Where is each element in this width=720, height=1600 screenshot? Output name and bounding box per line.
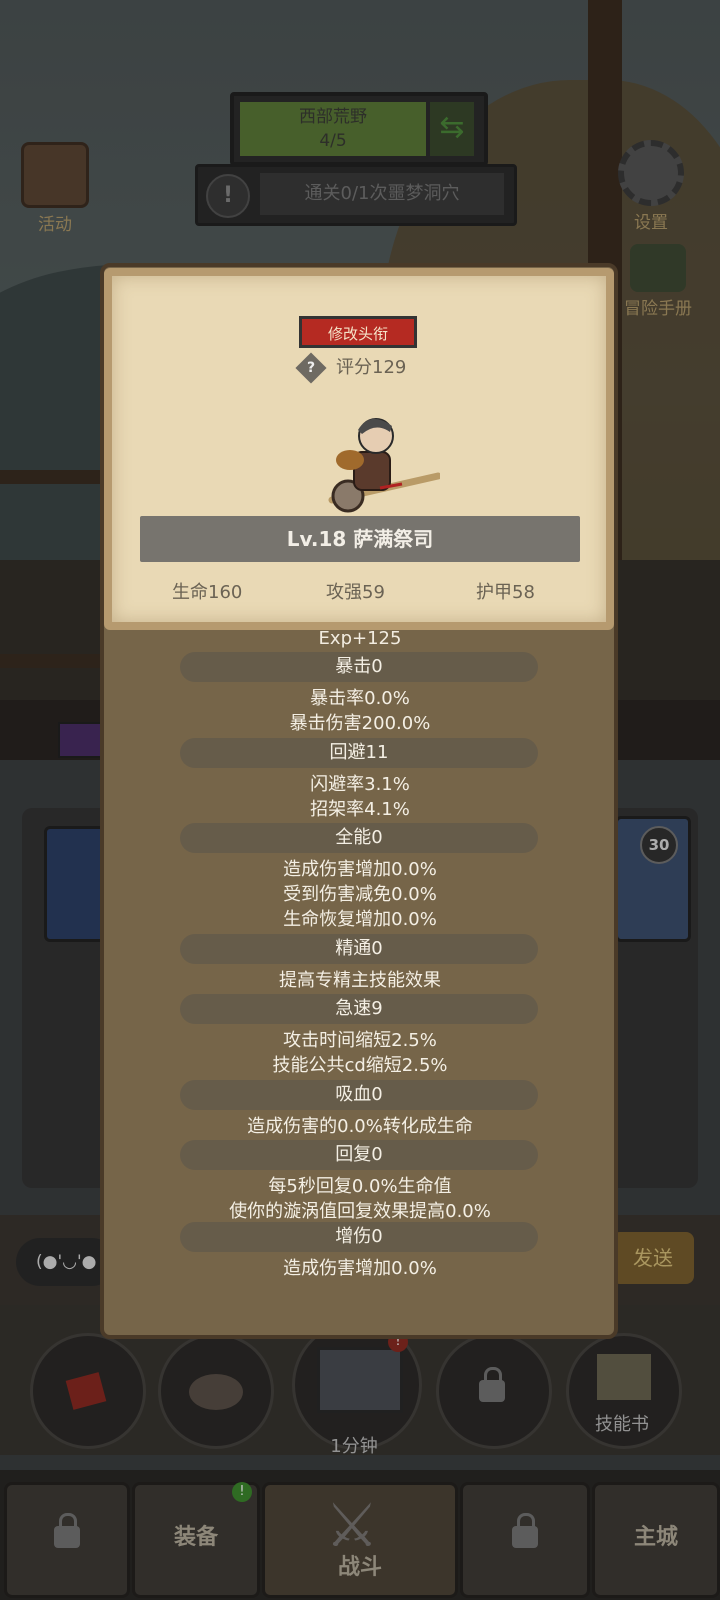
exp-gain: Exp+125 (318, 628, 402, 649)
score-value: 评分129 (336, 357, 407, 378)
stat-line: 生命恢复增加0.0% (283, 909, 437, 930)
armor-stat: 护甲58 (476, 582, 535, 603)
stat-header-regen: 回复0 (180, 1140, 538, 1170)
stat-header-damage-bonus: 增伤0 (180, 1222, 538, 1252)
attack-stat: 攻强59 (326, 582, 385, 603)
stat-line: 闪避率3.1% (310, 774, 410, 795)
edit-title-button[interactable]: 修改头衔 (299, 316, 417, 348)
stat-line: 受到伤害减免0.0% (283, 884, 437, 905)
stat-line: 招架率4.1% (310, 799, 410, 820)
stat-line: 提高专精主技能效果 (279, 970, 441, 991)
stat-header-crit: 暴击0 (180, 652, 538, 682)
stat-line: 使你的漩涡值回复效果提高0.0% (229, 1201, 491, 1222)
stat-header-lifesteal: 吸血0 (180, 1080, 538, 1110)
hp-stat: 生命160 (172, 582, 243, 603)
character-name: Lv.18 萨满祭司 (140, 516, 580, 562)
character-avatar (328, 418, 440, 513)
stat-line: 技能公共cd缩短2.5% (272, 1055, 448, 1076)
stat-line: 造成伤害的0.0%转化成生命 (247, 1116, 473, 1137)
stat-line: 每5秒回复0.0%生命值 (268, 1176, 452, 1197)
help-icon[interactable]: ? (295, 352, 327, 384)
stat-header-mastery: 精通0 (180, 934, 538, 964)
stat-line: 造成伤害增加0.0% (283, 1258, 437, 1279)
stat-header-dodge: 回避11 (180, 738, 538, 768)
score-row: ? 评分129 (295, 352, 407, 384)
stat-line: 攻击时间缩短2.5% (283, 1030, 437, 1051)
stat-line: 暴击伤害200.0% (289, 713, 431, 734)
stat-line: 造成伤害增加0.0% (283, 859, 437, 880)
stat-header-versatility: 全能0 (180, 823, 538, 853)
stat-header-haste: 急速9 (180, 994, 538, 1024)
stat-line: 暴击率0.0% (310, 688, 410, 709)
